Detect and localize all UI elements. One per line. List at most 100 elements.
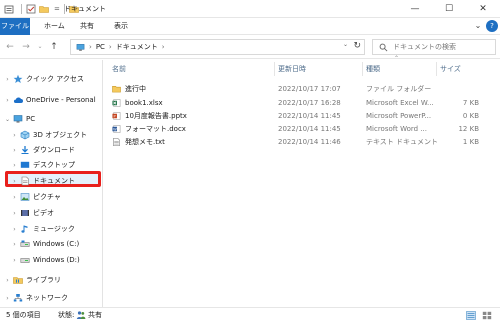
- chevron-right-icon[interactable]: ›: [11, 178, 18, 185]
- item-count: 5 個の項目: [6, 311, 41, 319]
- chevron-right-icon[interactable]: ›: [11, 210, 18, 217]
- chevron-right-icon[interactable]: ›: [4, 76, 11, 83]
- nav-item-drive-c[interactable]: › Windows (C:): [0, 236, 103, 252]
- chevron-right-icon[interactable]: ›: [11, 132, 18, 139]
- file-size: 7 KB: [462, 99, 479, 107]
- chevron-right-icon[interactable]: ›: [4, 277, 11, 284]
- chevron-down-icon[interactable]: ⌄: [4, 116, 11, 123]
- chevron-right-icon[interactable]: ›: [11, 147, 18, 154]
- chevron-right-icon[interactable]: ›: [4, 97, 11, 104]
- search-box[interactable]: ドキュメントの検索: [372, 39, 496, 55]
- chevron-right-icon[interactable]: ›: [11, 194, 18, 201]
- download-icon: [21, 146, 29, 154]
- breadcrumb-documents[interactable]: ドキュメント: [116, 42, 158, 52]
- forward-arrow-icon[interactable]: →: [20, 41, 32, 53]
- excel-file-icon: [112, 99, 121, 107]
- column-header-size[interactable]: サイズ: [436, 62, 461, 76]
- maximize-button[interactable]: ☐: [432, 0, 466, 18]
- column-header-name[interactable]: 名前: [112, 60, 126, 78]
- nav-item-libraries[interactable]: › ライブラリ: [0, 272, 103, 288]
- close-button[interactable]: ✕: [466, 0, 500, 18]
- file-modified: 2022/10/14 11:45: [278, 125, 341, 133]
- file-name: 10月度報告書.pptx: [125, 112, 187, 120]
- file-type: ファイル フォルダー: [366, 85, 432, 93]
- properties-icon[interactable]: [26, 4, 36, 14]
- up-arrow-icon[interactable]: ↑: [48, 41, 60, 53]
- nav-item-pictures[interactable]: › ピクチャ: [0, 189, 103, 205]
- nav-item-documents[interactable]: › ドキュメント: [0, 173, 103, 189]
- desktop-icon: [20, 161, 30, 168]
- file-row-memo[interactable]: 発想メモ.txt 2022/10/14 11:46 テキスト ドキュメント 1 …: [104, 136, 500, 148]
- drive-icon: [20, 240, 30, 247]
- document-icon: [21, 176, 29, 186]
- nav-item-desktop[interactable]: › デスクトップ: [0, 157, 103, 173]
- file-modified: 2022/10/17 17:07: [278, 85, 341, 93]
- details-view-icon[interactable]: [466, 311, 476, 320]
- file-size: 1 KB: [462, 138, 479, 146]
- nav-item-downloads[interactable]: › ダウンロード: [0, 142, 103, 158]
- file-row-book1[interactable]: book1.xlsx 2022/10/17 16:28 Microsoft Ex…: [104, 97, 500, 109]
- nav-item-3d-objects[interactable]: › 3D オブジェクト: [0, 127, 103, 143]
- nav-item-music[interactable]: › ミュージック: [0, 221, 103, 237]
- search-icon: [379, 43, 388, 51]
- file-type: Microsoft PowerP...: [366, 112, 432, 120]
- state-label: 状態:: [58, 311, 75, 319]
- chevron-right-icon[interactable]: ›: [11, 162, 18, 169]
- text-file-icon: [113, 138, 120, 146]
- file-type: Microsoft Excel W...: [366, 99, 434, 107]
- tab-home[interactable]: ホーム: [38, 18, 71, 35]
- minimize-button[interactable]: —: [398, 0, 432, 18]
- navigation-bar: ← → ⌄ ↑ › PC › ドキュメント › ⌄ ↻ ドキュメントの検索: [0, 35, 500, 59]
- nav-item-videos[interactable]: › ビデオ: [0, 205, 103, 221]
- folder-icon: [112, 86, 121, 93]
- recent-locations-chevron-icon[interactable]: ⌄: [34, 41, 46, 53]
- star-icon: [13, 74, 23, 83]
- chevron-right-icon[interactable]: ›: [4, 295, 11, 302]
- large-icons-view-icon[interactable]: [482, 311, 492, 320]
- chevron-right-icon[interactable]: ›: [11, 257, 18, 264]
- file-size: 12 KB: [458, 125, 479, 133]
- new-folder-icon[interactable]: [39, 4, 49, 14]
- shared-users-icon: [76, 311, 86, 319]
- nav-item-quick-access[interactable]: › クイック アクセス: [0, 71, 103, 87]
- address-bar[interactable]: › PC › ドキュメント › ⌄ ↻: [70, 39, 365, 55]
- nav-item-network[interactable]: › ネットワーク: [0, 290, 103, 306]
- nav-item-drive-d[interactable]: › Windows (D:): [0, 252, 103, 268]
- breadcrumb-separator: ›: [161, 43, 165, 51]
- file-row-format[interactable]: W フォーマット.docx 2022/10/14 11:45 Microsoft…: [104, 123, 500, 135]
- help-icon[interactable]: ?: [486, 20, 498, 32]
- column-header-modified[interactable]: 更新日時: [274, 62, 306, 76]
- pc-icon: [76, 43, 85, 51]
- music-icon: [21, 225, 28, 233]
- title-bar: = ドキュメント — ☐ ✕: [0, 0, 500, 18]
- file-type: Microsoft Word ...: [366, 125, 427, 133]
- network-icon: [13, 294, 23, 302]
- search-placeholder: ドキュメントの検索: [393, 43, 456, 51]
- file-size: 0 KB: [462, 112, 479, 120]
- address-dropdown-icon[interactable]: ⌄: [343, 41, 348, 48]
- video-icon: [21, 210, 29, 216]
- chevron-right-icon[interactable]: ›: [11, 241, 18, 248]
- nav-item-onedrive[interactable]: › OneDrive - Personal: [0, 92, 103, 108]
- refresh-icon[interactable]: ↻: [353, 41, 361, 51]
- drive-icon: [20, 258, 30, 263]
- back-arrow-icon[interactable]: ←: [4, 41, 16, 53]
- column-header-type[interactable]: 種類: [362, 62, 380, 76]
- cube-icon: [20, 130, 30, 140]
- nav-item-pc[interactable]: ⌄ PC: [0, 111, 103, 127]
- tab-share[interactable]: 共有: [74, 18, 100, 35]
- breadcrumb-pc[interactable]: PC: [96, 43, 105, 51]
- window-title: ドキュメント: [64, 5, 106, 13]
- tab-view[interactable]: 表示: [108, 18, 134, 35]
- file-row-in-progress[interactable]: 進行中 2022/10/17 17:07 ファイル フォルダー: [104, 83, 500, 95]
- file-row-report[interactable]: P 10月度報告書.pptx 2022/10/14 11:45 Microsof…: [104, 110, 500, 122]
- chevron-down-icon[interactable]: ⌄: [472, 20, 484, 32]
- explorer-app-icon[interactable]: [4, 4, 14, 14]
- tab-file[interactable]: ファイル: [0, 18, 30, 35]
- file-modified: 2022/10/17 16:28: [278, 99, 341, 107]
- chevron-right-icon[interactable]: ›: [11, 226, 18, 233]
- status-bar: 5 個の項目 状態: 共有: [0, 307, 500, 322]
- ribbon-tabs: ファイル ホーム 共有 表示 ⌄ ?: [0, 18, 500, 35]
- word-file-icon: W: [112, 125, 121, 133]
- customize-toolbar-dropdown[interactable]: =: [54, 5, 60, 13]
